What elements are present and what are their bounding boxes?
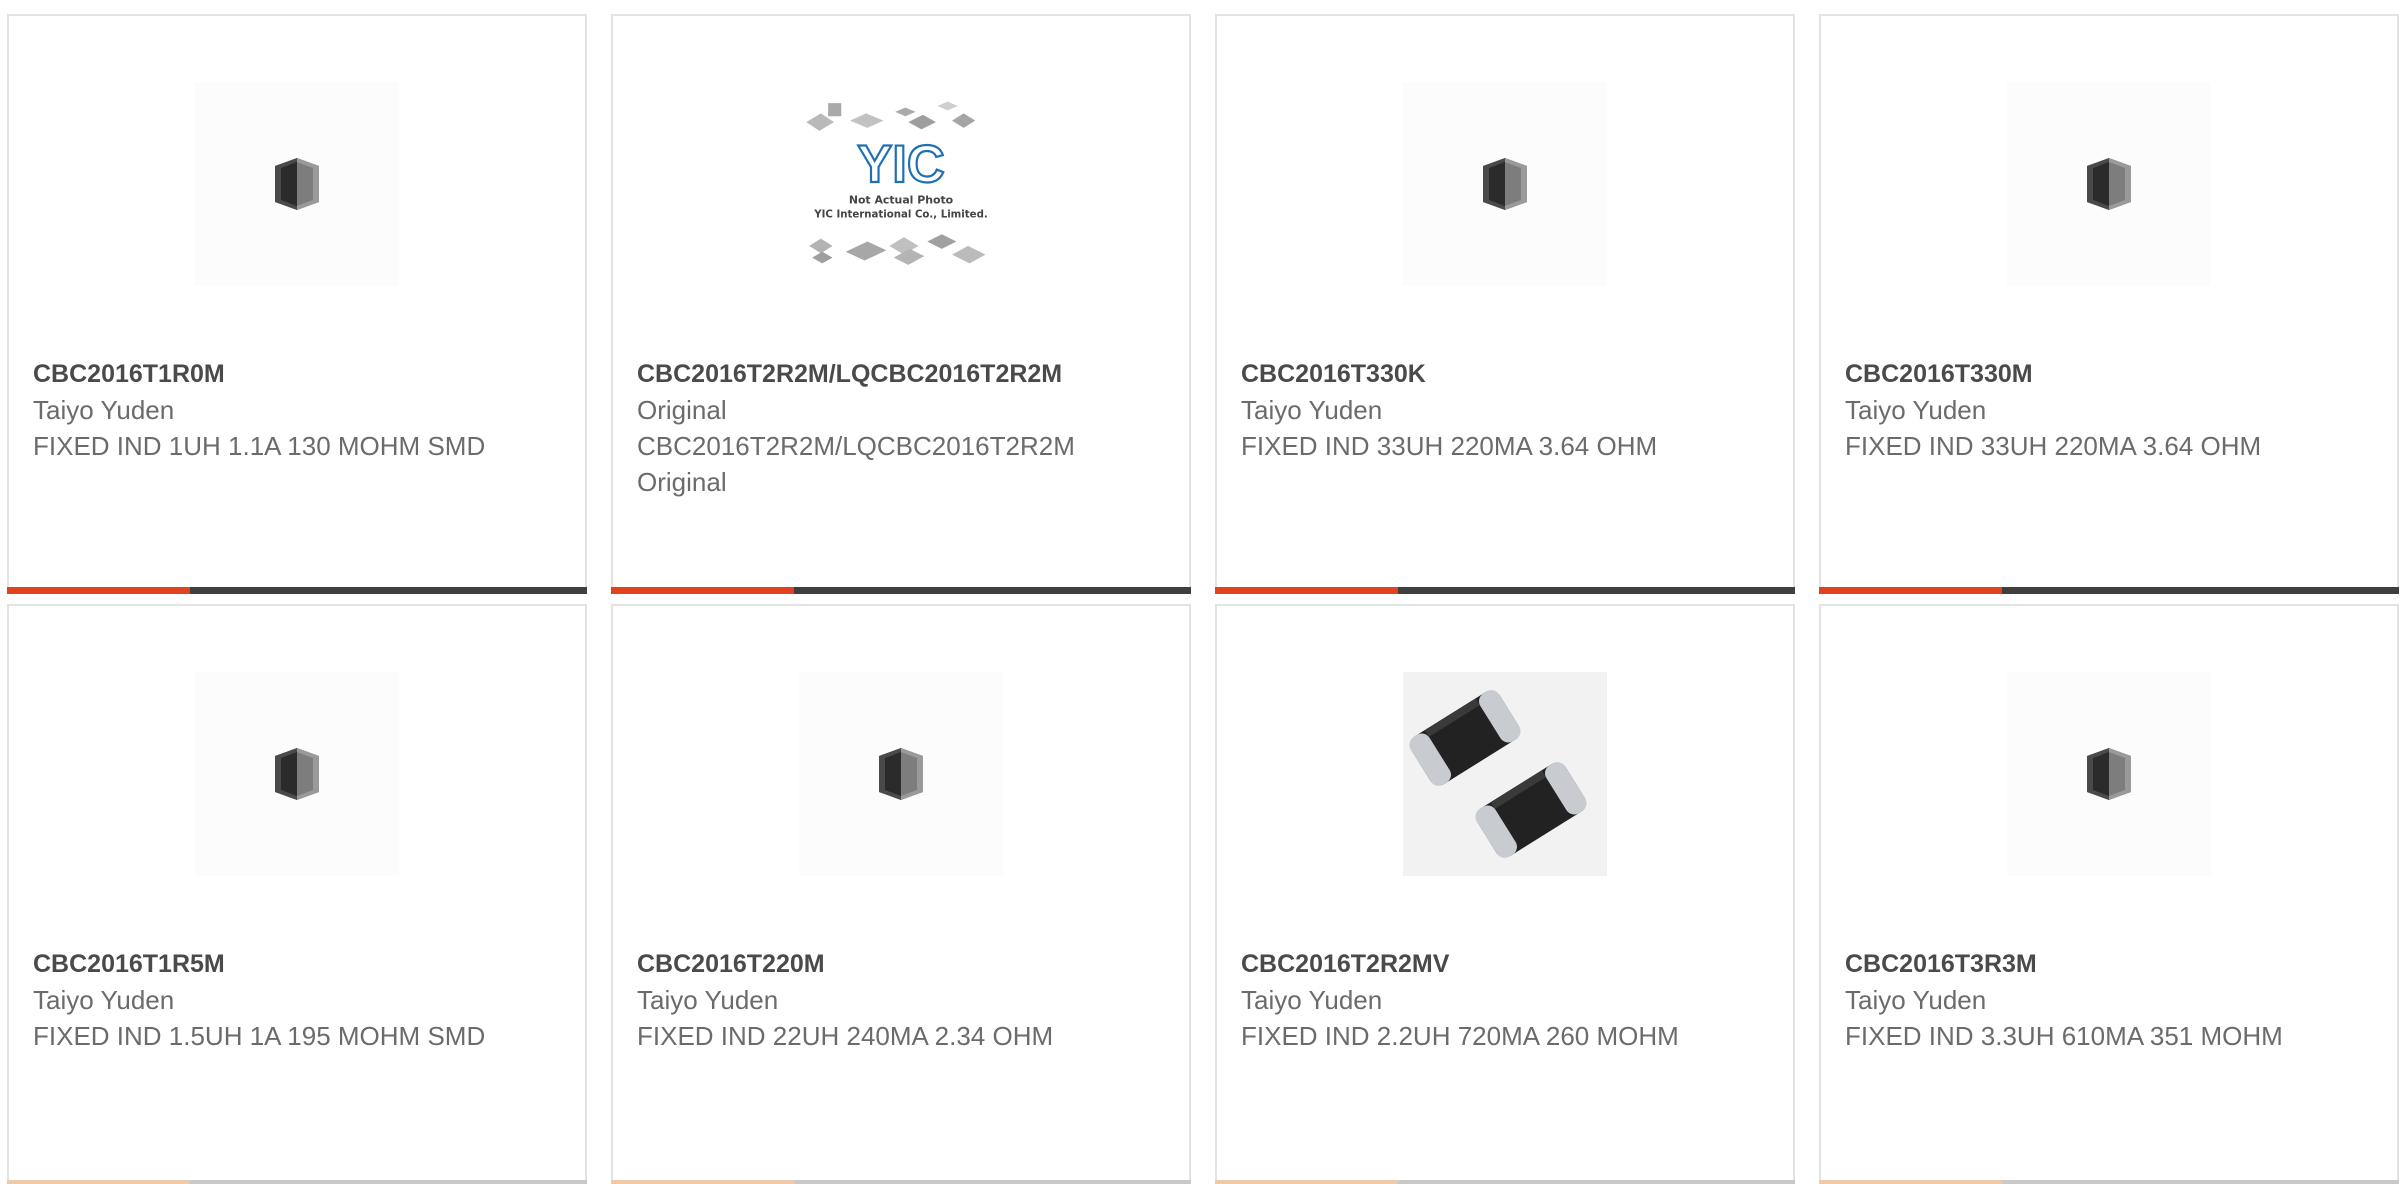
inductor-chip-icon — [275, 158, 319, 210]
card-accent-bar — [7, 1180, 587, 1184]
product-info: CBC2016T1R0M Taiyo Yuden FIXED IND 1UH 1… — [33, 356, 565, 464]
product-info: CBC2016T220M Taiyo Yuden FIXED IND 22UH … — [637, 946, 1169, 1054]
manufacturer: Taiyo Yuden — [1241, 395, 1383, 425]
product-card[interactable]: YIC Not Actual Photo YIC International C… — [611, 14, 1191, 594]
manufacturer: Taiyo Yuden — [1241, 985, 1383, 1015]
manufacturer: Original — [637, 395, 727, 425]
image-caption-2: YIC International Co., Limited. — [813, 210, 988, 221]
accent-segment — [611, 1180, 794, 1184]
manufacturer: Taiyo Yuden — [1845, 395, 1987, 425]
dark-segment — [794, 587, 1191, 594]
description: FIXED IND 33UH 220MA 3.64 OHM — [1845, 431, 2262, 461]
inductor-chip-icon — [1483, 158, 1527, 210]
accent-segment — [611, 587, 794, 594]
part-number[interactable]: CBC2016T330K — [1241, 356, 1773, 392]
card-accent-bar — [1215, 1180, 1795, 1184]
product-info: CBC2016T1R5M Taiyo Yuden FIXED IND 1.5UH… — [33, 946, 565, 1054]
product-info: CBC2016T330K Taiyo Yuden FIXED IND 33UH … — [1241, 356, 1773, 464]
card-accent-bar — [7, 587, 587, 594]
dark-segment — [2002, 1180, 2399, 1184]
dark-segment — [1398, 1180, 1795, 1184]
description: FIXED IND 1.5UH 1A 195 MOHM SMD — [33, 1021, 486, 1051]
product-image[interactable] — [195, 82, 399, 286]
part-number[interactable]: CBC2016T1R0M — [33, 356, 565, 392]
dark-segment — [190, 587, 587, 594]
card-accent-bar — [611, 1180, 1191, 1184]
card-accent-bar — [611, 587, 1191, 594]
inductor-chip-icon — [879, 748, 923, 800]
description: FIXED IND 2.2UH 720MA 260 MOHM — [1241, 1021, 1679, 1051]
dark-segment — [190, 1180, 587, 1184]
inductor-chip-icon — [2087, 158, 2131, 210]
inductor-chip-icon — [275, 748, 319, 800]
image-caption-1: Not Actual Photo — [849, 194, 954, 207]
accent-segment — [7, 1180, 190, 1184]
manufacturer: Taiyo Yuden — [1845, 985, 1987, 1015]
product-image[interactable] — [1403, 82, 1607, 286]
product-card[interactable]: CBC2016T330K Taiyo Yuden FIXED IND 33UH … — [1215, 14, 1795, 594]
part-number[interactable]: CBC2016T2R2M/LQCBC2016T2R2M — [637, 356, 1169, 392]
two-chip-inductors-icon — [1409, 690, 1587, 858]
accent-segment — [1215, 1180, 1398, 1184]
product-info: CBC2016T2R2MV Taiyo Yuden FIXED IND 2.2U… — [1241, 946, 1773, 1054]
description: FIXED IND 22UH 240MA 2.34 OHM — [637, 1021, 1054, 1051]
logo-text: YIC — [857, 136, 944, 194]
manufacturer: Taiyo Yuden — [637, 985, 779, 1015]
product-image[interactable] — [2007, 672, 2211, 876]
description: FIXED IND 1UH 1.1A 130 MOHM SMD — [33, 431, 486, 461]
product-grid: CBC2016T1R0M Taiyo Yuden FIXED IND 1UH 1… — [7, 14, 2399, 1184]
card-accent-bar — [1819, 587, 2399, 594]
description: CBC2016T2R2M/LQCBC2016T2R2M Original — [637, 431, 1075, 497]
product-info: CBC2016T330M Taiyo Yuden FIXED IND 33UH … — [1845, 356, 2377, 464]
product-info: CBC2016T3R3M Taiyo Yuden FIXED IND 3.3UH… — [1845, 946, 2377, 1054]
description: FIXED IND 3.3UH 610MA 351 MOHM — [1845, 1021, 2283, 1051]
part-number[interactable]: CBC2016T2R2MV — [1241, 946, 1773, 982]
inductor-chip-icon — [2087, 748, 2131, 800]
manufacturer: Taiyo Yuden — [33, 985, 175, 1015]
product-card[interactable]: CBC2016T1R0M Taiyo Yuden FIXED IND 1UH 1… — [7, 14, 587, 594]
part-number[interactable]: CBC2016T330M — [1845, 356, 2377, 392]
accent-segment — [1215, 587, 1398, 594]
product-card[interactable]: CBC2016T1R5M Taiyo Yuden FIXED IND 1.5UH… — [7, 604, 587, 1184]
part-number[interactable]: CBC2016T3R3M — [1845, 946, 2377, 982]
card-accent-bar — [1215, 587, 1795, 594]
product-info: CBC2016T2R2M/LQCBC2016T2R2M Original CBC… — [637, 356, 1169, 500]
product-card[interactable]: CBC2016T2R2MV Taiyo Yuden FIXED IND 2.2U… — [1215, 604, 1795, 1184]
dark-segment — [2002, 587, 2399, 594]
manufacturer: Taiyo Yuden — [33, 395, 175, 425]
card-accent-bar — [1819, 1180, 2399, 1184]
dark-segment — [794, 1180, 1191, 1184]
part-number[interactable]: CBC2016T1R5M — [33, 946, 565, 982]
product-card[interactable]: CBC2016T3R3M Taiyo Yuden FIXED IND 3.3UH… — [1819, 604, 2399, 1184]
accent-segment — [7, 587, 190, 594]
product-image[interactable]: YIC Not Actual Photo YIC International C… — [799, 82, 1003, 286]
product-image[interactable] — [1403, 672, 1607, 876]
description: FIXED IND 33UH 220MA 3.64 OHM — [1241, 431, 1658, 461]
product-card[interactable]: CBC2016T220M Taiyo Yuden FIXED IND 22UH … — [611, 604, 1191, 1184]
product-image[interactable] — [2007, 82, 2211, 286]
accent-segment — [1819, 1180, 2002, 1184]
dark-segment — [1398, 587, 1795, 594]
product-image[interactable] — [195, 672, 399, 876]
product-image[interactable] — [799, 672, 1003, 876]
accent-segment — [1819, 587, 2002, 594]
placeholder-not-actual-photo-icon: YIC Not Actual Photo YIC International C… — [806, 101, 988, 265]
part-number[interactable]: CBC2016T220M — [637, 946, 1169, 982]
product-card[interactable]: CBC2016T330M Taiyo Yuden FIXED IND 33UH … — [1819, 14, 2399, 594]
